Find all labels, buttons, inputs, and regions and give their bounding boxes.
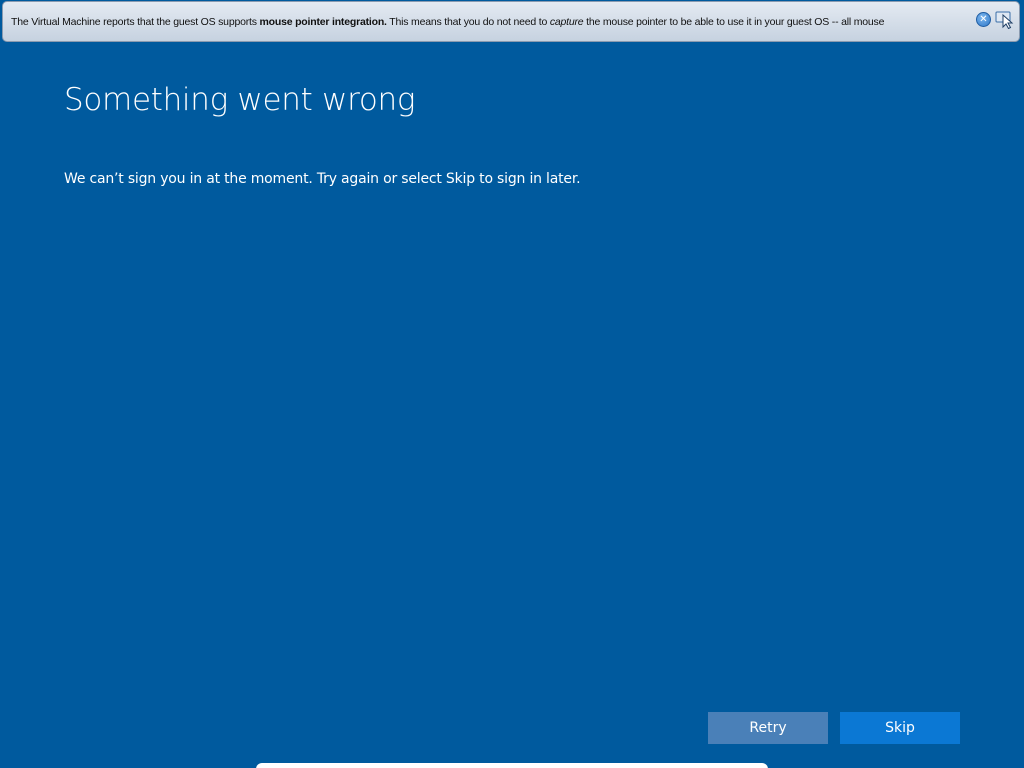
vm-text-italic: capture: [549, 16, 584, 28]
error-message: We can’t sign you in at the moment. Try …: [64, 171, 581, 187]
vm-text-part2: This means that you do not need to: [386, 16, 550, 28]
mouse-pointer-integration-icon[interactable]: [995, 11, 1015, 30]
bottom-panel-edge: [256, 763, 768, 768]
vm-text-bold: mouse pointer integration.: [259, 16, 387, 28]
vm-notification-bar: The Virtual Machine reports that the gue…: [2, 1, 1020, 42]
vm-text-part3: the mouse pointer to be able to use it i…: [583, 16, 885, 28]
vm-notification-text: The Virtual Machine reports that the gue…: [11, 15, 977, 29]
close-icon[interactable]: ✕: [976, 12, 991, 27]
page-title: Something went wrong: [64, 82, 416, 118]
vm-text-part1: The Virtual Machine reports that the gue…: [11, 16, 260, 28]
retry-button[interactable]: Retry: [708, 712, 828, 744]
skip-button[interactable]: Skip: [840, 712, 960, 744]
